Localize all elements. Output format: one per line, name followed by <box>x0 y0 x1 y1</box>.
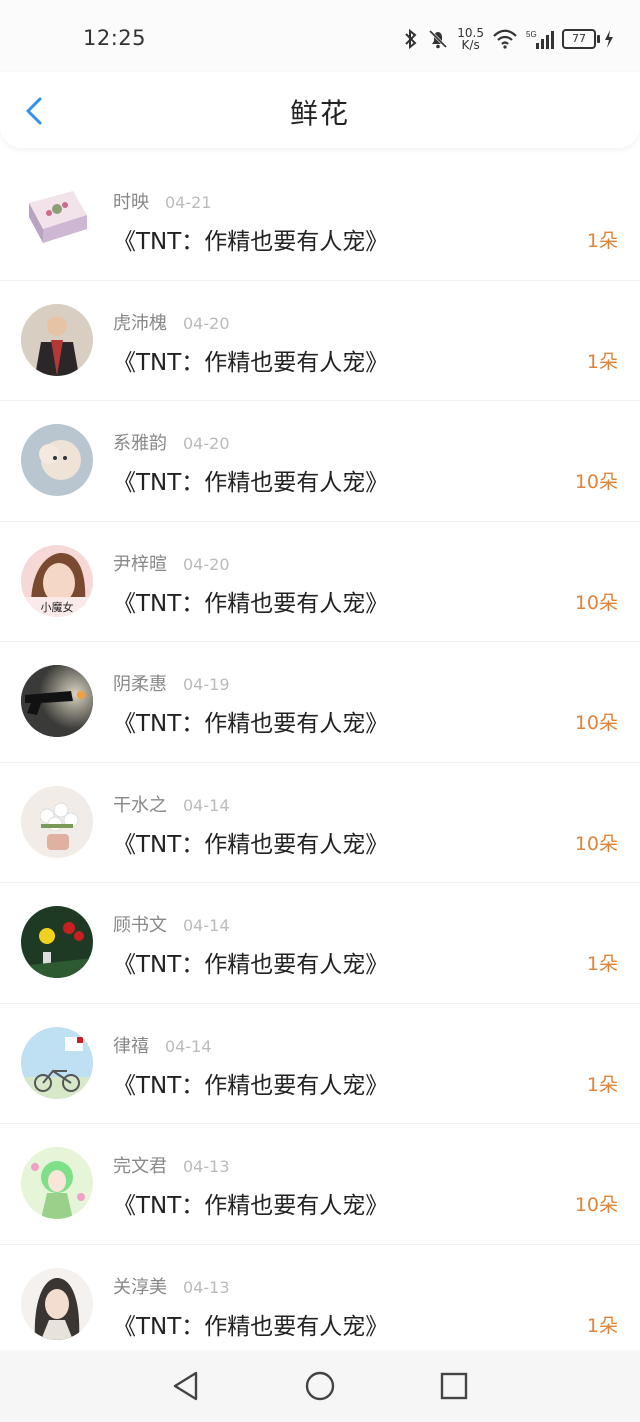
nav-recents-button[interactable] <box>434 1366 474 1406</box>
flower-count: 10朵 <box>574 1194 618 1216</box>
send-date: 04-14 <box>183 916 230 935</box>
mute-bell-icon <box>427 28 449 50</box>
bluetooth-icon <box>403 28 419 50</box>
sender-line: 关淳美 04-13 <box>113 1273 230 1299</box>
avatar <box>21 1026 93 1099</box>
sender-name: 阴柔惠 <box>113 674 167 695</box>
sender-name: 完文君 <box>113 1156 167 1177</box>
network-speed: 10.5 K/s <box>457 27 484 51</box>
flower-count: 10朵 <box>574 471 618 493</box>
circle-home-icon <box>305 1371 335 1401</box>
avatar <box>21 303 93 376</box>
avatar <box>21 1267 93 1340</box>
book-title: 《TNT：作精也要有人宠》 <box>113 831 389 858</box>
flower-count: 1朵 <box>586 953 618 975</box>
square-recents-icon <box>440 1372 468 1400</box>
flower-count: 10朵 <box>574 832 618 855</box>
flower-count: 1朵 <box>586 350 618 373</box>
send-date: 04-13 <box>183 1157 230 1176</box>
sender-name: 干水之 <box>113 794 167 816</box>
list-item[interactable]: 时映 04-21 《TNT：作精也要有人宠》 1朵 <box>0 160 640 281</box>
sender-line: 完文君 04-13 <box>113 1152 230 1178</box>
page-header: 鲜花 <box>0 72 640 148</box>
list-item[interactable]: 顾书文 04-14 《TNT：作精也要有人宠》 1朵 <box>0 883 640 1004</box>
send-date: 04-14 <box>183 795 230 815</box>
avatar-caption: 小魔女 <box>41 600 74 614</box>
book-title: 《TNT：作精也要有人宠》 <box>113 711 389 737</box>
avatar: 小魔女 <box>21 544 93 617</box>
flower-count: 1朵 <box>586 1314 618 1337</box>
status-time: 12:25 <box>83 26 147 50</box>
avatar <box>21 183 93 255</box>
page-title: 鲜花 <box>289 97 350 130</box>
sender-line: 阴柔惠 04-19 <box>113 670 230 696</box>
sender-name: 时映 <box>113 192 149 213</box>
send-date: 04-20 <box>183 554 230 574</box>
sender-line: 系雅韵 04-20 <box>113 429 230 455</box>
book-title: 《TNT：作精也要有人宠》 <box>113 952 389 978</box>
battery-indicator: 77 <box>562 29 600 49</box>
send-date: 04-14 <box>165 1036 212 1056</box>
send-date: 04-20 <box>183 434 230 453</box>
list-item[interactable]: 虎沛槐 04-20 《TNT：作精也要有人宠》 1朵 <box>0 281 640 401</box>
nav-home-button[interactable] <box>300 1366 340 1406</box>
flower-list: 时映 04-21 《TNT：作精也要有人宠》 1朵 虎沛槐 04-20 《TNT：作… <box>0 160 640 1365</box>
avatar <box>21 424 93 496</box>
list-item[interactable]: 完文君 04-13 《TNT：作精也要有人宠》 10朵 <box>0 1124 640 1245</box>
sender-line: 虎沛槐 04-20 <box>113 309 230 335</box>
charging-icon <box>604 30 614 48</box>
send-date: 04-20 <box>183 313 230 333</box>
send-date: 04-21 <box>165 193 212 212</box>
sender-line: 时映 04-21 <box>113 188 212 214</box>
book-title: 《TNT：作精也要有人宠》 <box>113 470 389 496</box>
wifi-icon <box>492 29 518 49</box>
sender-line: 顾书文 04-14 <box>113 911 230 937</box>
avatar <box>21 1147 93 1219</box>
book-title: 《TNT：作精也要有人宠》 <box>113 349 389 376</box>
network-speed-unit: K/s <box>461 38 480 52</box>
list-item[interactable]: 关淳美 04-13 《TNT：作精也要有人宠》 1朵 <box>0 1245 640 1365</box>
flower-count: 1朵 <box>586 1073 618 1096</box>
send-date: 04-13 <box>183 1277 230 1297</box>
system-nav-bar <box>0 1350 640 1422</box>
sender-line: 干水之 04-14 <box>113 791 230 817</box>
sender-line: 尹梓暄 04-20 <box>113 550 230 576</box>
sender-name: 律禧 <box>113 1035 149 1057</box>
book-title: 《TNT：作精也要有人宠》 <box>113 229 389 255</box>
list-item[interactable]: 系雅韵 04-20 《TNT：作精也要有人宠》 10朵 <box>0 401 640 522</box>
sender-line: 律禧 04-14 <box>113 1032 212 1058</box>
sender-name: 虎沛槐 <box>113 312 167 334</box>
flower-count: 10朵 <box>574 591 618 614</box>
book-title: 《TNT：作精也要有人宠》 <box>113 590 389 617</box>
sender-name: 关淳美 <box>113 1276 167 1298</box>
send-date: 04-19 <box>183 675 230 694</box>
list-item[interactable]: 干水之 04-14 《TNT：作精也要有人宠》 10朵 <box>0 763 640 883</box>
signal-icon: 5G <box>526 28 554 50</box>
list-item[interactable]: 阴柔惠 04-19 《TNT：作精也要有人宠》 10朵 <box>0 642 640 763</box>
book-title: 《TNT：作精也要有人宠》 <box>113 1313 389 1340</box>
status-bar: 12:25 10.5 K/s 5G 77 <box>0 0 640 80</box>
status-icons: 10.5 K/s 5G 77 <box>403 24 614 54</box>
network-type-label: 5G <box>526 30 537 39</box>
sender-name: 系雅韵 <box>113 433 167 454</box>
sender-name: 顾书文 <box>113 915 167 936</box>
flower-count: 1朵 <box>586 230 618 252</box>
book-title: 《TNT：作精也要有人宠》 <box>113 1193 389 1219</box>
triangle-back-icon <box>173 1371 198 1401</box>
sender-name: 尹梓暄 <box>113 553 167 575</box>
list-item[interactable]: 小魔女 尹梓暄 04-20 《TNT：作精也要有人宠》 10朵 <box>0 522 640 642</box>
avatar <box>21 785 93 858</box>
nav-back-button[interactable] <box>166 1366 206 1406</box>
book-title: 《TNT：作精也要有人宠》 <box>113 1072 389 1099</box>
flower-count: 10朵 <box>574 712 618 734</box>
list-item[interactable]: 律禧 04-14 《TNT：作精也要有人宠》 1朵 <box>0 1004 640 1124</box>
avatar <box>21 665 93 737</box>
avatar <box>21 906 93 978</box>
